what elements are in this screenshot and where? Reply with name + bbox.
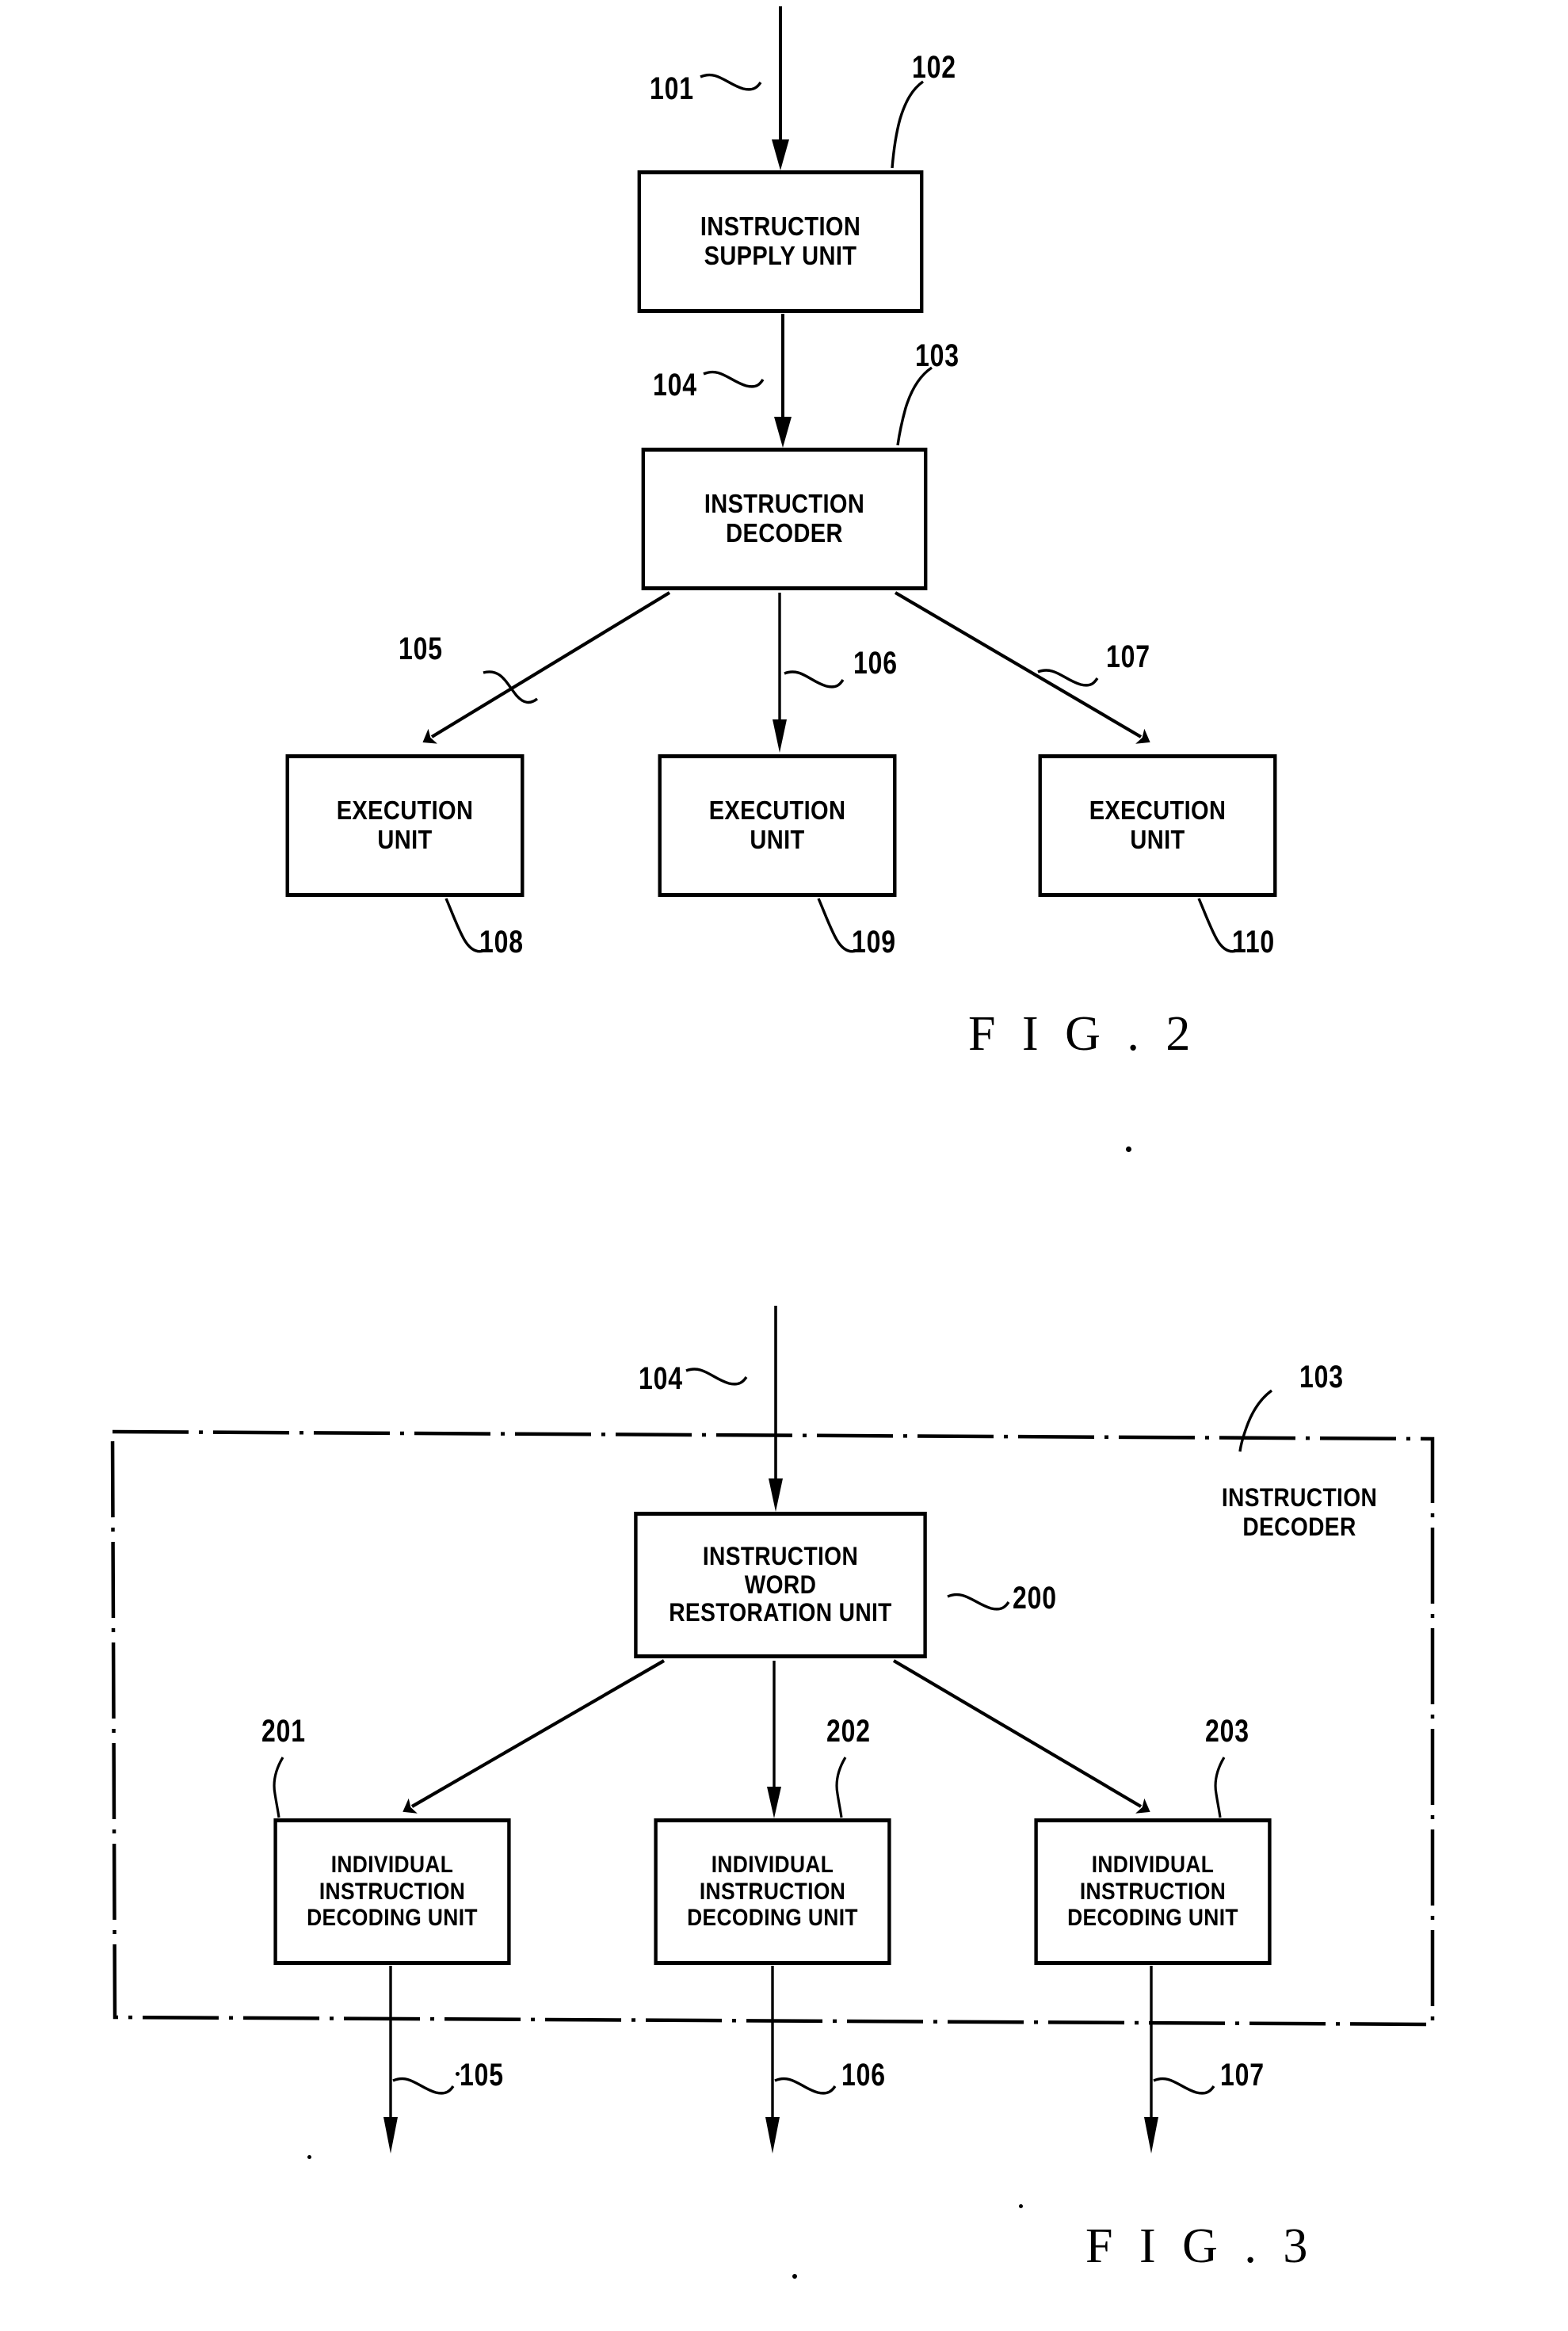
fig3-arrow-to-idu3 (892, 1659, 1150, 1814)
numeral-107: 107 (1106, 639, 1150, 674)
fig3-frame-label-instruction-decoder: INSTRUCTION DECODER (1221, 1483, 1378, 1541)
scan-speck (1126, 1146, 1131, 1152)
fig2-leader-107 (1037, 669, 1099, 687)
block-label: INSTRUCTION SUPPLY UNIT (700, 212, 861, 270)
block-label: INSTRUCTION WORD RESTORATION UNIT (669, 1541, 892, 1627)
fig3-leader-105 (392, 2077, 455, 2095)
fig2-leader-105 (483, 670, 539, 704)
scan-speck (792, 2274, 797, 2279)
fig2-leader-104 (703, 370, 765, 388)
numeral-110: 110 (1232, 925, 1276, 959)
numeral-102: 102 (912, 50, 956, 85)
fig2-leader-106 (784, 670, 845, 689)
fig3-numeral-200: 200 (1013, 1581, 1057, 1616)
block-instruction-decoder: INSTRUCTION DECODER (641, 448, 928, 590)
patent-drawing-page: INSTRUCTION SUPPLY UNIT INSTRUCTION DECO… (0, 0, 1568, 2331)
fig3-numeral-107: 107 (1220, 2058, 1265, 2093)
block-label: EXECUTION UNIT (708, 795, 846, 854)
fig2-leader-110 (1197, 898, 1238, 953)
fig3-numeral-104: 104 (639, 1361, 683, 1396)
fig3-arrow-104 (769, 1306, 783, 1512)
block-individual-instruction-decoding-unit-201: INDIVIDUAL INSTRUCTION DECODING UNIT (273, 1818, 511, 1965)
fig3-arrow-107 (1144, 1966, 1158, 2154)
fig2-arrow-105 (422, 591, 671, 744)
block-instruction-supply-unit: INSTRUCTION SUPPLY UNIT (637, 170, 924, 313)
fig2-arrow-106 (773, 593, 787, 753)
block-label: INDIVIDUAL INSTRUCTION DECODING UNIT (1067, 1852, 1238, 1932)
fig2-leader-102 (891, 80, 925, 169)
fig3-numeral-105: 105 (460, 2058, 504, 2093)
figure-caption-2: F I G . 2 (968, 1007, 1198, 1061)
block-instruction-word-restoration-unit: INSTRUCTION WORD RESTORATION UNIT (634, 1512, 927, 1658)
fig3-arrow-106 (765, 1966, 780, 2154)
block-individual-instruction-decoding-unit-203: INDIVIDUAL INSTRUCTION DECODING UNIT (1034, 1818, 1272, 1965)
fig2-arrow-104 (774, 314, 792, 448)
fig3-leader-203 (1214, 1757, 1226, 1818)
fig3-arrow-to-idu1 (402, 1659, 666, 1814)
fig3-numeral-106: 106 (841, 2058, 886, 2093)
fig3-arrow-105 (383, 1966, 398, 2154)
block-label: INDIVIDUAL INSTRUCTION DECODING UNIT (687, 1852, 858, 1932)
fig3-leader-201 (273, 1757, 284, 1818)
block-execution-unit-108: EXECUTION UNIT (285, 754, 525, 897)
fig3-leader-107 (1153, 2077, 1215, 2095)
diagram-vector-layer (110, 6, 1435, 2154)
block-execution-unit-110: EXECUTION UNIT (1038, 754, 1277, 897)
fig3-leader-200 (947, 1593, 1010, 1611)
fig2-leader-101 (700, 73, 762, 91)
numeral-101: 101 (650, 71, 694, 106)
block-label: EXECUTION UNIT (1089, 795, 1227, 854)
fig3-arrow-to-idu2 (767, 1661, 781, 1818)
figure-caption-3: F I G . 3 (1085, 2219, 1315, 2273)
fig3-numeral-202: 202 (826, 1714, 871, 1749)
block-label: INDIVIDUAL INSTRUCTION DECODING UNIT (307, 1852, 478, 1932)
scan-speck (307, 2155, 311, 2159)
block-label: EXECUTION UNIT (336, 795, 474, 854)
fig3-leader-106 (774, 2077, 837, 2095)
block-execution-unit-109: EXECUTION UNIT (658, 754, 897, 897)
scan-speck (456, 2072, 460, 2076)
fig2-leader-108 (444, 898, 485, 953)
numeral-104: 104 (653, 368, 697, 402)
fig3-leader-103 (1238, 1389, 1273, 1452)
numeral-105: 105 (399, 631, 443, 666)
fig2-leader-109 (817, 898, 857, 953)
fig2-leader-103 (896, 366, 933, 446)
scan-speck (1019, 2204, 1023, 2208)
numeral-106: 106 (853, 646, 898, 681)
fig3-numeral-203: 203 (1205, 1714, 1249, 1749)
fig3-numeral-201: 201 (261, 1714, 306, 1749)
fig3-leader-104 (685, 1368, 748, 1386)
numeral-103: 103 (915, 338, 959, 373)
fig3-leader-202 (835, 1757, 847, 1818)
fig2-arrow-107 (894, 591, 1150, 744)
block-label: INSTRUCTION DECODER (704, 489, 865, 547)
block-individual-instruction-decoding-unit-202: INDIVIDUAL INSTRUCTION DECODING UNIT (654, 1818, 891, 1965)
numeral-109: 109 (852, 925, 896, 959)
numeral-108: 108 (479, 925, 524, 959)
fig2-arrow-101 (772, 6, 789, 170)
fig3-numeral-103: 103 (1299, 1360, 1344, 1394)
